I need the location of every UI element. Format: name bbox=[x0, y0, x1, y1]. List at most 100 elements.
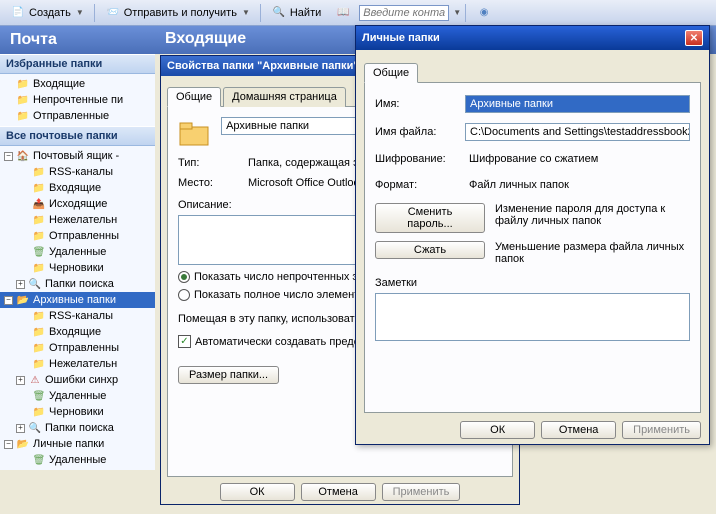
folder-large-icon bbox=[178, 117, 210, 149]
item-label: Отправленные bbox=[33, 110, 109, 122]
item-label: Папки поиска bbox=[45, 278, 114, 290]
pers-deleted[interactable]: 🗑Удаленные bbox=[0, 452, 155, 468]
radio-icon bbox=[178, 271, 190, 283]
chevron-down-icon: ▼ bbox=[453, 8, 461, 17]
tree-inbox[interactable]: 📁Входящие bbox=[0, 180, 155, 196]
apply-button[interactable]: Применить bbox=[622, 421, 701, 439]
arch-syncerr[interactable]: +⚠Ошибки синхр bbox=[0, 372, 155, 388]
arch-junk[interactable]: 📁Нежелательн bbox=[0, 356, 155, 372]
tabstrip: Общие bbox=[364, 62, 701, 83]
folder-size-button[interactable]: Размер папки... bbox=[178, 366, 279, 384]
item-label: Удаленные bbox=[49, 390, 106, 402]
location-label: Место: bbox=[178, 177, 248, 189]
collapse-icon[interactable]: − bbox=[4, 152, 13, 161]
book-icon: 📖 bbox=[335, 6, 351, 20]
help-button[interactable]: ◉ bbox=[470, 3, 498, 23]
cancel-button[interactable]: Отмена bbox=[541, 421, 616, 439]
tree-rss[interactable]: 📁RSS-каналы bbox=[0, 164, 155, 180]
create-button[interactable]: 📄 Создать ▼ bbox=[4, 3, 90, 23]
archive-icon: 📂 bbox=[15, 293, 31, 307]
collapse-icon[interactable]: − bbox=[4, 296, 13, 305]
close-button[interactable]: ✕ bbox=[685, 30, 703, 46]
sendreceive-button[interactable]: 📨 Отправить и получить ▼ bbox=[99, 3, 256, 23]
mailbox-root[interactable]: −🏠Почтовый ящик - bbox=[0, 148, 155, 164]
find-button[interactable]: 🔍 Найти bbox=[265, 3, 327, 23]
arch-deleted[interactable]: 🗑Удаленные bbox=[0, 388, 155, 404]
chevron-down-icon: ▼ bbox=[242, 8, 250, 17]
dialog-titlebar[interactable]: Личные папки ✕ bbox=[356, 26, 709, 50]
separator bbox=[94, 4, 95, 22]
trash-icon: 🗑 bbox=[31, 453, 47, 467]
fav-unread[interactable]: 📁Непрочтенные пи bbox=[0, 92, 155, 108]
tree-deleted[interactable]: 🗑Удаленные bbox=[0, 244, 155, 260]
apply-button[interactable]: Применить bbox=[382, 483, 461, 501]
drafts-icon: 📁 bbox=[31, 405, 47, 419]
outbox-icon: 📤 bbox=[31, 197, 47, 211]
tree-drafts[interactable]: 📁Черновики bbox=[0, 260, 155, 276]
compact-desc: Уменьшение размера файла личных папок bbox=[495, 241, 690, 265]
tab-general[interactable]: Общие bbox=[167, 87, 221, 107]
tree-outbox[interactable]: 📤Исходящие bbox=[0, 196, 155, 212]
junk-icon: 📁 bbox=[31, 213, 47, 227]
expand-icon[interactable]: + bbox=[16, 424, 25, 433]
tree-search[interactable]: +🔍Папки поиска bbox=[0, 276, 155, 292]
arch-rss[interactable]: 📁RSS-каналы bbox=[0, 308, 155, 324]
archive-root[interactable]: −📂Архивные папки bbox=[0, 292, 155, 308]
tree-junk[interactable]: 📁Нежелательн bbox=[0, 212, 155, 228]
item-label: Исходящие bbox=[49, 198, 107, 210]
collapse-icon[interactable]: − bbox=[4, 440, 13, 449]
filename-label: Имя файла: bbox=[375, 126, 465, 138]
personal-icon: 📂 bbox=[15, 437, 31, 451]
fav-inbox[interactable]: 📁Входящие bbox=[0, 76, 155, 92]
arch-search[interactable]: +🔍Папки поиска bbox=[0, 420, 155, 436]
ok-button[interactable]: ОК bbox=[460, 421, 535, 439]
sendreceive-label: Отправить и получить bbox=[124, 7, 237, 19]
name-label: Имя: bbox=[375, 98, 465, 110]
arch-sent[interactable]: 📁Отправленны bbox=[0, 340, 155, 356]
new-mail-icon: 📄 bbox=[10, 6, 26, 20]
tree-sent[interactable]: 📁Отправленны bbox=[0, 228, 155, 244]
junk-icon: 📁 bbox=[31, 357, 47, 371]
item-label: Почтовый ящик - bbox=[33, 150, 119, 162]
location-value: Microsoft Office Outlook bbox=[248, 177, 365, 189]
folder-icon: 📁 bbox=[15, 93, 31, 107]
fav-sent[interactable]: 📁Отправленные bbox=[0, 108, 155, 124]
item-label: Входящие bbox=[33, 78, 85, 90]
search-folder-icon: 🔍 bbox=[27, 421, 43, 435]
create-label: Создать bbox=[29, 7, 71, 19]
addressbook-button[interactable]: 📖 bbox=[329, 3, 357, 23]
change-password-button[interactable]: Сменить пароль... bbox=[375, 203, 485, 233]
tab-general[interactable]: Общие bbox=[364, 63, 418, 83]
folder-tree: −🏠Почтовый ящик - 📁RSS-каналы 📁Входящие … bbox=[0, 146, 155, 470]
expand-icon[interactable]: + bbox=[16, 280, 25, 289]
radio-icon bbox=[178, 289, 190, 301]
arch-inbox[interactable]: 📁Входящие bbox=[0, 324, 155, 340]
expand-icon[interactable]: + bbox=[16, 376, 25, 385]
sendreceive-icon: 📨 bbox=[105, 6, 121, 20]
sent-icon: 📁 bbox=[31, 229, 47, 243]
radio-label: Показать число непрочтенных элем bbox=[194, 271, 378, 283]
inbox-icon: 📁 bbox=[31, 325, 47, 339]
item-label: RSS-каналы bbox=[49, 310, 113, 322]
trash-icon: 🗑 bbox=[31, 389, 47, 403]
rss-icon: 📁 bbox=[31, 165, 47, 179]
favorites-header[interactable]: Избранные папки bbox=[0, 54, 155, 74]
compact-button[interactable]: Сжать bbox=[375, 241, 485, 259]
notes-label: Заметки bbox=[375, 277, 690, 289]
tab-label: Домашняя страница bbox=[232, 91, 337, 103]
tab-label: Общие bbox=[176, 91, 212, 103]
tab-homepage[interactable]: Домашняя страница bbox=[223, 87, 346, 107]
ok-button[interactable]: ОК bbox=[220, 483, 295, 501]
arch-drafts[interactable]: 📁Черновики bbox=[0, 404, 155, 420]
item-label: Ошибки синхр bbox=[45, 374, 118, 386]
item-label: Личные папки bbox=[33, 438, 104, 450]
personal-folders-dialog: Личные папки ✕ Общие Имя:Архивные папки … bbox=[355, 25, 710, 445]
tab-panel-general: Имя:Архивные папки Имя файла:C:\Document… bbox=[364, 83, 701, 413]
contact-search-input[interactable] bbox=[359, 5, 449, 21]
allfolders-header[interactable]: Все почтовые папки bbox=[0, 126, 155, 146]
personal-root[interactable]: −📂Личные папки bbox=[0, 436, 155, 452]
notes-input[interactable] bbox=[375, 293, 690, 341]
filename-value: C:\Documents and Settings\testaddressboo… bbox=[465, 123, 690, 141]
cancel-button[interactable]: Отмена bbox=[301, 483, 376, 501]
name-input[interactable]: Архивные папки bbox=[465, 95, 690, 113]
